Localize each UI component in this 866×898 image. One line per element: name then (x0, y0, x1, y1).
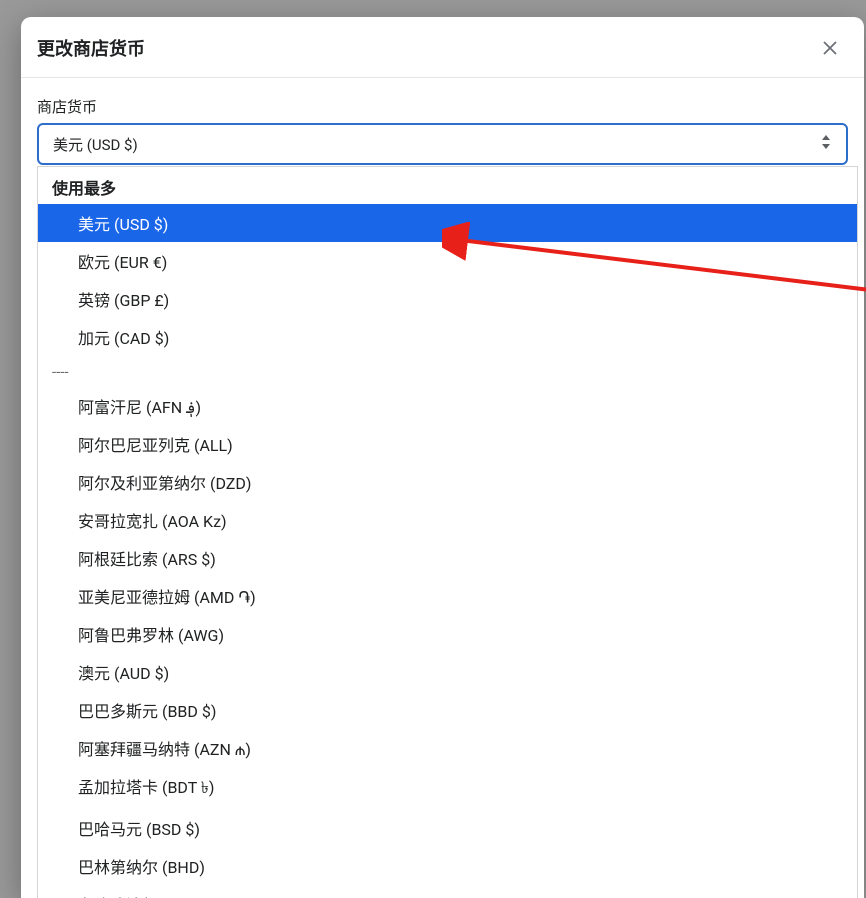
currency-option[interactable]: 阿富汗尼 (AFN ؋) (38, 387, 857, 425)
close-button[interactable] (818, 36, 842, 60)
currency-option[interactable]: 欧元 (EUR €) (38, 242, 857, 280)
currency-option[interactable]: 巴林第纳尔 (BHD) (38, 847, 857, 885)
store-currency-select[interactable]: 美元 (USD $) (37, 123, 848, 165)
updown-icon (820, 133, 832, 155)
currency-option[interactable]: 加元 (CAD $) (38, 318, 857, 356)
modal-body: 商店货币 美元 (USD $) 使用最多 美元 (USD $)欧元 (EUR €… (21, 78, 864, 898)
currency-option[interactable]: 布隆迪法郎 (BIF) (38, 885, 857, 898)
currency-option[interactable]: 阿塞拜疆马纳特 (AZN ₼) (38, 729, 857, 767)
currency-option[interactable]: 安哥拉宽扎 (AOA Kz) (38, 501, 857, 539)
store-currency-label: 商店货币 (37, 96, 848, 117)
group-header-most-used: 使用最多 (38, 167, 857, 204)
currency-option[interactable]: 美元 (USD $) (38, 204, 857, 242)
close-icon (820, 38, 840, 58)
currency-option[interactable]: 阿尔及利亚第纳尔 (DZD) (38, 463, 857, 501)
currency-option[interactable]: 亚美尼亚德拉姆 (AMD ֏) (38, 577, 857, 615)
dropdown-separator: ---- (38, 356, 857, 387)
currency-dropdown[interactable]: 使用最多 美元 (USD $)欧元 (EUR €)英镑 (GBP £)加元 (C… (37, 166, 858, 898)
currency-option[interactable]: 巴哈马元 (BSD $) (38, 809, 857, 847)
currency-option[interactable]: 澳元 (AUD $) (38, 653, 857, 691)
select-value: 美元 (USD $) (53, 134, 138, 155)
modal-title: 更改商店货币 (37, 35, 145, 61)
currency-option[interactable]: 孟加拉塔卡 (BDT ৳) (38, 767, 857, 809)
change-store-currency-modal: 更改商店货币 商店货币 美元 (USD $) 使用最多 美元 (USD $)欧元… (21, 17, 864, 898)
currency-option[interactable]: 英镑 (GBP £) (38, 280, 857, 318)
currency-option[interactable]: 阿鲁巴弗罗林 (AWG) (38, 615, 857, 653)
currency-option[interactable]: 巴巴多斯元 (BBD $) (38, 691, 857, 729)
currency-option[interactable]: 阿尔巴尼亚列克 (ALL) (38, 425, 857, 463)
currency-option[interactable]: 阿根廷比索 (ARS $) (38, 539, 857, 577)
modal-header: 更改商店货币 (21, 17, 864, 78)
